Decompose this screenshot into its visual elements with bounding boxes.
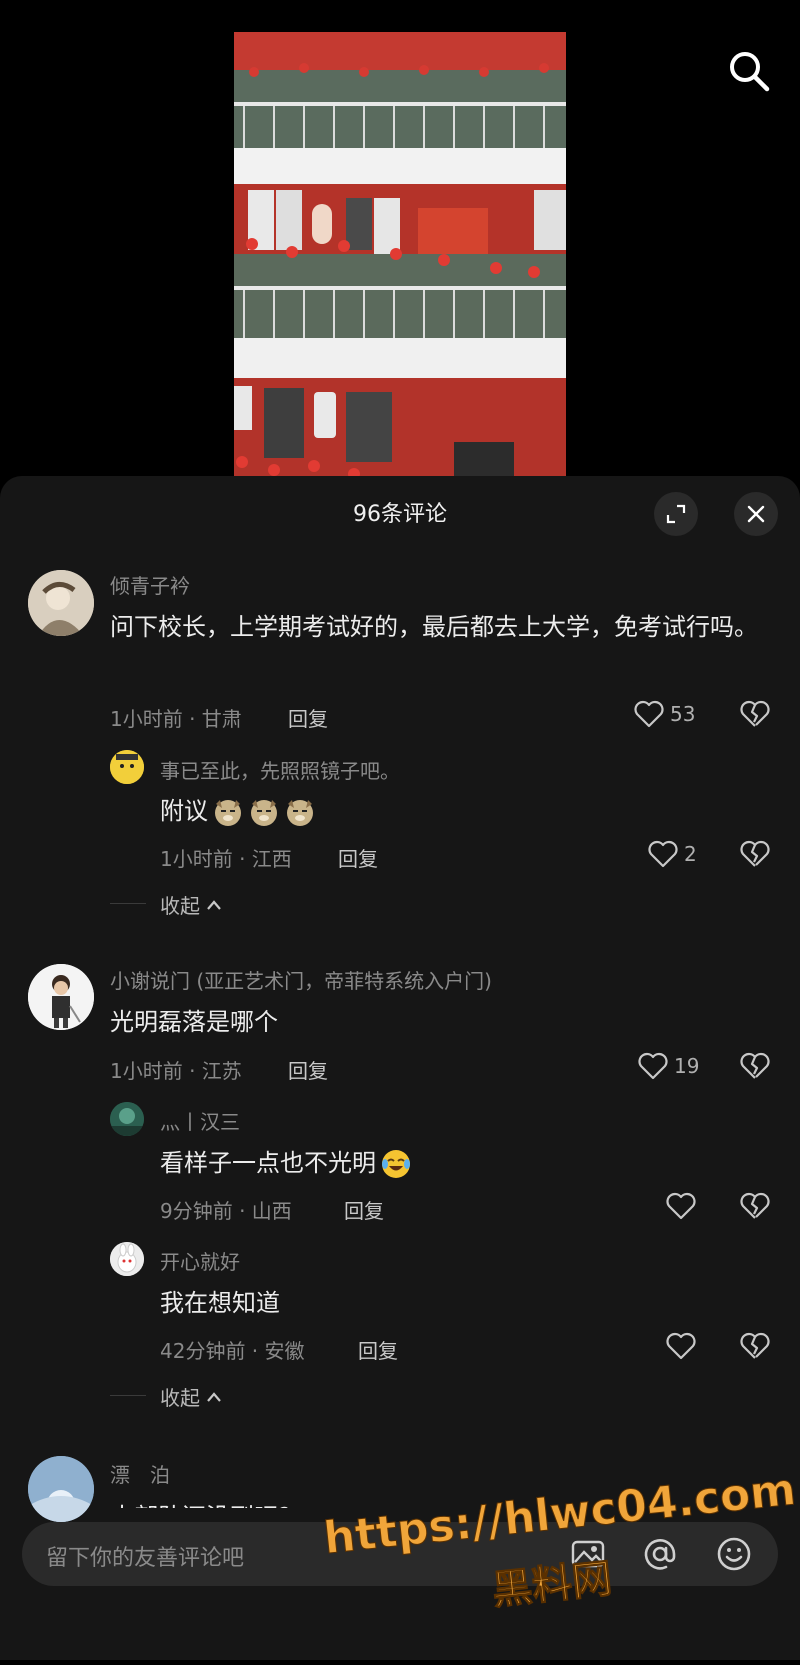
collapse-label: 收起 bbox=[160, 894, 200, 918]
reply-time-location: 9分钟前 · 山西 bbox=[160, 1199, 292, 1223]
dog-face-emoji-icon bbox=[287, 800, 313, 826]
like-button[interactable]: 53 bbox=[634, 700, 695, 728]
reply-username[interactable]: 灬丨汉三 bbox=[160, 1106, 240, 1135]
divider bbox=[110, 1395, 146, 1396]
comment-username[interactable]: 倾青子衿 bbox=[110, 570, 190, 599]
avatar[interactable] bbox=[110, 1242, 144, 1276]
heart-icon bbox=[666, 1332, 696, 1360]
divider bbox=[110, 903, 146, 904]
comment-username[interactable]: 漂 泊 bbox=[110, 1459, 170, 1488]
close-icon bbox=[747, 505, 765, 523]
close-button[interactable] bbox=[734, 492, 778, 536]
like-button[interactable] bbox=[666, 1332, 696, 1360]
watermark-name: 黑料网 bbox=[490, 1555, 615, 1615]
comment-text: 问下校长，上学期考试好的，最后都去上大学，免考试行吗。 bbox=[110, 613, 758, 641]
dislike-button[interactable] bbox=[740, 700, 770, 732]
comment-username[interactable]: 小谢说门 (亚正艺术门，帝菲特系统入户门) bbox=[110, 965, 492, 994]
video-thumbnail[interactable] bbox=[234, 32, 566, 480]
search-icon bbox=[730, 52, 770, 92]
heart-icon bbox=[638, 1052, 668, 1080]
collapse-replies-button[interactable]: 收起 bbox=[160, 890, 222, 919]
dog-face-emoji-icon bbox=[251, 800, 277, 826]
like-button[interactable] bbox=[666, 1192, 696, 1220]
dislike-button[interactable] bbox=[740, 840, 770, 872]
broken-heart-icon bbox=[740, 1192, 770, 1219]
broken-heart-icon bbox=[740, 1332, 770, 1359]
dog-face-emoji-icon bbox=[215, 800, 241, 826]
avatar[interactable] bbox=[110, 750, 144, 784]
chevron-up-icon bbox=[207, 1391, 221, 1402]
comment-text: 大部队还没到吧？ bbox=[110, 1496, 302, 1508]
comment-input-placeholder: 留下你的友善评论吧 bbox=[46, 1546, 245, 1571]
reply-username[interactable]: 事已至此，先照照镜子吧。 bbox=[160, 755, 400, 784]
like-button[interactable]: 19 bbox=[638, 1052, 699, 1080]
reply-username[interactable]: 开心就好 bbox=[160, 1246, 240, 1275]
heart-icon bbox=[634, 700, 664, 728]
search-button[interactable] bbox=[726, 48, 772, 94]
dislike-button[interactable] bbox=[740, 1332, 770, 1364]
collapse-replies-button[interactable]: 收起 bbox=[160, 1382, 222, 1411]
heart-icon bbox=[666, 1192, 696, 1220]
chevron-up-icon bbox=[207, 899, 221, 910]
reply-time-location: 1小时前 · 江西 bbox=[160, 847, 292, 871]
avatar[interactable] bbox=[110, 1102, 144, 1136]
broken-heart-icon bbox=[740, 700, 770, 727]
like-button[interactable]: 2 bbox=[648, 840, 697, 868]
avatar[interactable] bbox=[28, 1456, 94, 1522]
expand-button[interactable] bbox=[654, 492, 698, 536]
reply-text: 附议 bbox=[160, 790, 316, 833]
like-count: 19 bbox=[674, 1054, 700, 1078]
dislike-button[interactable] bbox=[740, 1192, 770, 1224]
like-count: 2 bbox=[684, 842, 697, 866]
avatar[interactable] bbox=[28, 570, 94, 636]
avatar[interactable] bbox=[28, 964, 94, 1030]
comment-text: 光明磊落是哪个 bbox=[110, 1008, 278, 1036]
comment-time-location: 1小时前 · 甘肃 bbox=[110, 707, 242, 731]
reply-button[interactable]: 回复 bbox=[358, 1335, 398, 1364]
reply-button[interactable]: 回复 bbox=[288, 1055, 328, 1084]
reply-button[interactable]: 回复 bbox=[338, 843, 378, 872]
reply-button[interactable]: 回复 bbox=[344, 1195, 384, 1224]
heart-icon bbox=[648, 840, 678, 868]
reply-text: 我在想知道 bbox=[160, 1289, 280, 1317]
reply-button[interactable]: 回复 bbox=[288, 703, 328, 732]
video-player[interactable] bbox=[0, 0, 800, 480]
broken-heart-icon bbox=[740, 1052, 770, 1079]
collapse-label: 收起 bbox=[160, 1386, 200, 1410]
reply-text: 看样子一点也不光明 bbox=[160, 1142, 412, 1185]
reply-time-location: 42分钟前 · 安徽 bbox=[160, 1339, 305, 1363]
dislike-button[interactable] bbox=[740, 1052, 770, 1084]
like-count: 53 bbox=[670, 702, 696, 726]
expand-icon bbox=[666, 504, 686, 524]
crying-laughing-emoji-icon bbox=[382, 1150, 410, 1178]
broken-heart-icon bbox=[740, 840, 770, 867]
comment-time-location: 1小时前 · 江苏 bbox=[110, 1059, 242, 1083]
